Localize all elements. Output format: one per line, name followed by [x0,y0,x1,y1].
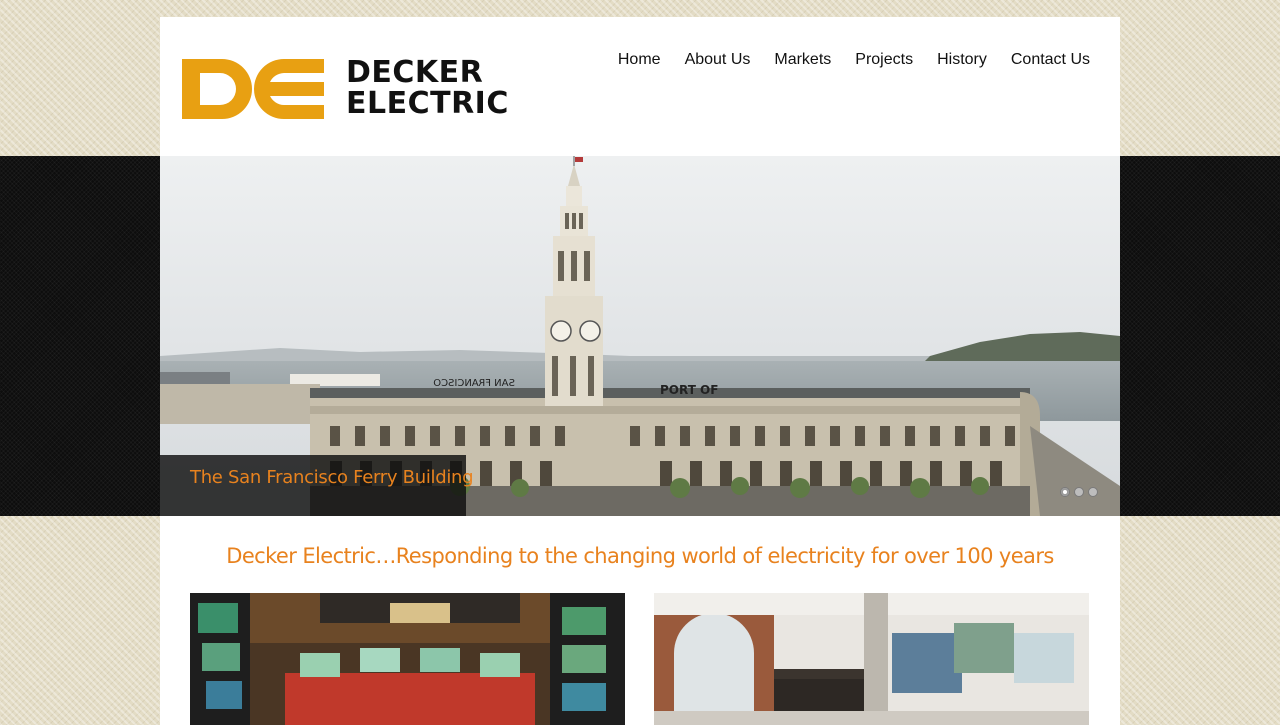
main-nav: Home About Us Markets Projects History C… [606,50,1090,70]
hero-slider[interactable]: SAN FRANCISCO PORT OF The San Francisco … [160,156,1120,516]
nav-history[interactable]: History [925,50,999,70]
logo-line-2: ELECTRIC [346,86,509,121]
svg-text:PORT OF: PORT OF [660,383,718,397]
hero-band: SAN FRANCISCO PORT OF The San Francisco … [0,156,1280,516]
logo[interactable]: DECKER ELECTRIC [182,57,544,121]
nav-about-us[interactable]: About Us [673,50,763,70]
nav-projects[interactable]: Projects [843,50,925,70]
logo-wordmark: DECKER ELECTRIC [346,57,509,119]
header: DECKER ELECTRIC Home About Us Markets Pr… [160,17,1120,156]
logo-line-1: DECKER [346,55,484,90]
office-lobby-image [654,593,1089,725]
slider-pagination [1060,487,1098,497]
slide-caption-box: The San Francisco Ferry Building [160,455,474,516]
project-thumbnail-right[interactable] [654,593,1089,725]
store-interior-image [190,593,625,725]
slider-dot-3[interactable] [1088,487,1098,497]
project-thumbnail-left[interactable] [190,593,625,725]
slider-dot-2[interactable] [1074,487,1084,497]
slider-dot-1[interactable] [1060,487,1070,497]
tagline: Decker Electric…Responding to the changi… [226,544,1054,568]
logo-mark-icon [182,59,324,119]
svg-text:SAN FRANCISCO: SAN FRANCISCO [433,378,515,389]
nav-contact-us[interactable]: Contact Us [999,50,1090,70]
nav-markets[interactable]: Markets [762,50,843,70]
nav-home[interactable]: Home [606,50,673,70]
slide-caption: The San Francisco Ferry Building [190,467,474,488]
